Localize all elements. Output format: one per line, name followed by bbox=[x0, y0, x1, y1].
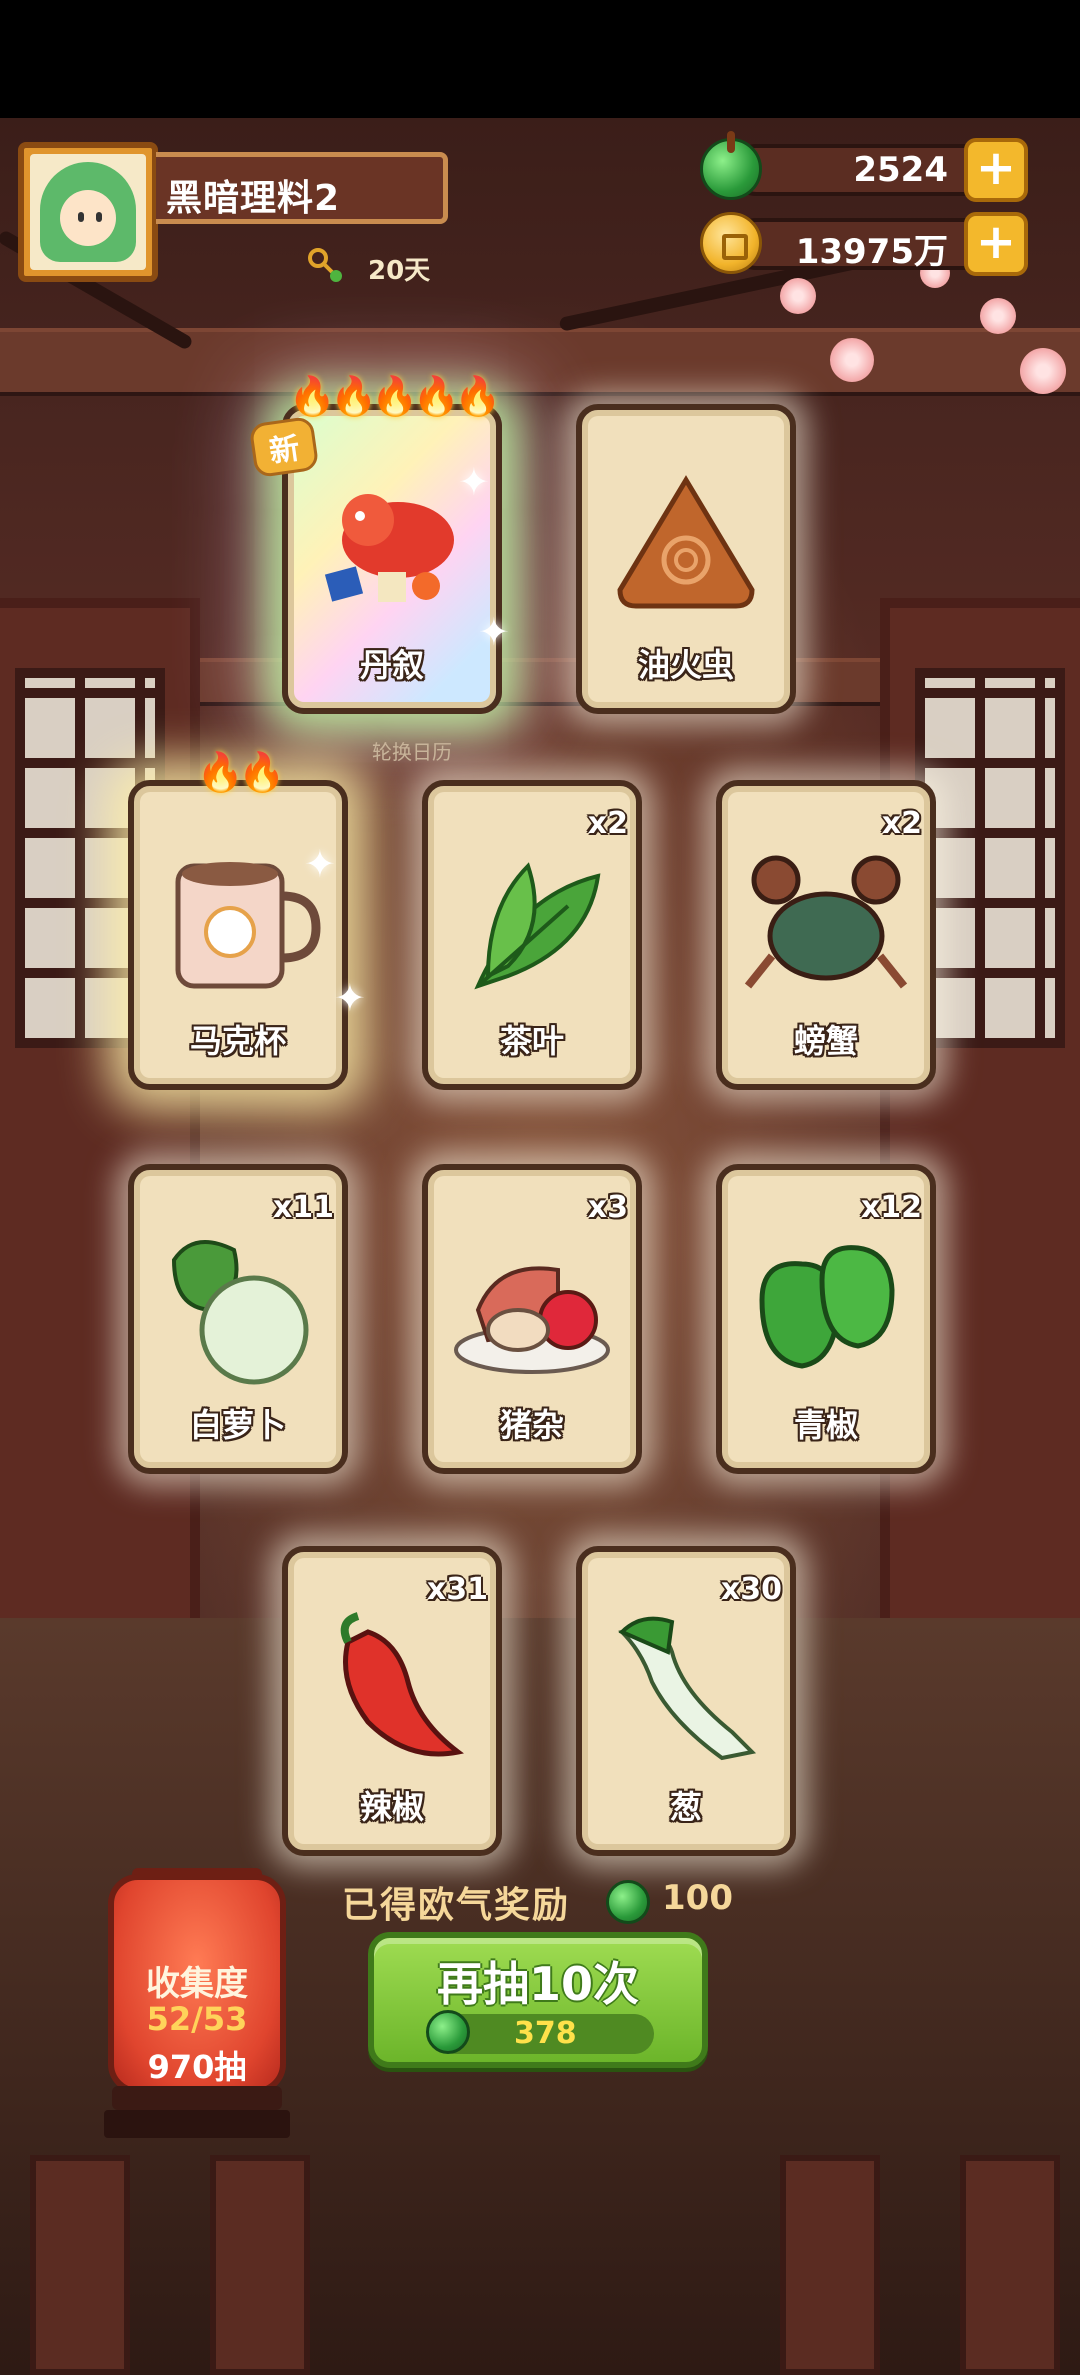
player-name-plate: 黑暗理料2 bbox=[156, 152, 448, 224]
card-name: 青椒 bbox=[793, 1406, 858, 1444]
add-gold-button[interactable]: + bbox=[964, 212, 1028, 276]
avatar bbox=[30, 154, 146, 270]
jade-icon bbox=[426, 2010, 470, 2054]
blossom bbox=[830, 338, 874, 382]
card-radish[interactable]: x11 白萝卜 bbox=[128, 1164, 348, 1474]
rotation-label: 轮换日历 bbox=[372, 740, 452, 764]
blossom bbox=[980, 298, 1016, 334]
bonus-value: 100 bbox=[662, 1878, 733, 1918]
crab-icon bbox=[744, 855, 908, 989]
scallion-icon bbox=[618, 1616, 757, 1761]
collection-title: 收集度 bbox=[146, 1964, 248, 2004]
card-name: 辣椒 bbox=[359, 1788, 424, 1826]
card-crab[interactable]: x2 螃蟹 bbox=[716, 780, 936, 1090]
card-youhuochong[interactable]: 油火虫 bbox=[576, 404, 796, 714]
blossom bbox=[1020, 348, 1066, 394]
card-name: 猪杂 bbox=[499, 1406, 564, 1444]
card-scallion[interactable]: x30 葱 bbox=[576, 1546, 796, 1856]
card-tea-leaves[interactable]: x2 茶叶 bbox=[422, 780, 642, 1090]
fence-post bbox=[30, 2155, 130, 2375]
card-name: 葱 bbox=[669, 1788, 702, 1826]
lantern-stand bbox=[104, 2110, 290, 2138]
card-name: 白萝卜 bbox=[189, 1406, 286, 1444]
card-name: 螃蟹 bbox=[793, 1022, 858, 1060]
fence-post bbox=[210, 2155, 310, 2375]
sparkle: ✦ bbox=[458, 460, 490, 504]
gold-currency: 13975万 + bbox=[700, 212, 1028, 276]
bonus-label: 已得欧气奖励 bbox=[342, 1885, 571, 1926]
fence-post bbox=[780, 2155, 880, 2375]
days-counter: 20天 bbox=[368, 256, 431, 286]
gold-amount: 13975万 bbox=[795, 232, 948, 272]
card-danxu[interactable]: 🔥🔥🔥🔥🔥 新 ✦ ✦ 丹叙 bbox=[248, 374, 510, 714]
dragon-spirit-icon bbox=[324, 494, 454, 602]
player-name: 黑暗理料2 bbox=[166, 178, 341, 219]
card-offal[interactable]: x3 猪杂 bbox=[422, 1164, 642, 1474]
jade-amount: 2524 bbox=[853, 150, 948, 190]
fence-post bbox=[960, 2155, 1060, 2375]
tea-leaf-icon bbox=[474, 862, 601, 990]
draw-button-label: 再抽10次 bbox=[436, 1957, 639, 2011]
player-avatar[interactable] bbox=[18, 142, 158, 282]
jade-icon bbox=[700, 131, 762, 200]
offal-plate-icon bbox=[454, 1266, 610, 1374]
sparkle: ✦ bbox=[334, 976, 366, 1020]
green-pepper-icon bbox=[759, 1245, 895, 1369]
draw-again-button[interactable]: 再抽10次 378 bbox=[368, 1932, 708, 2068]
radish-icon bbox=[171, 1240, 309, 1385]
collection-progress: 52/53 bbox=[146, 2000, 248, 2038]
draw-cost: 378 bbox=[514, 2016, 577, 2051]
card-name: 丹叙 bbox=[359, 646, 424, 684]
lantern-base bbox=[112, 2086, 282, 2110]
card-mug[interactable]: 🔥🔥 ✦ ✦ 马克杯 bbox=[128, 750, 366, 1090]
add-jade-button[interactable]: + bbox=[964, 138, 1028, 202]
sparkle: ✦ bbox=[304, 842, 336, 886]
key-icon bbox=[308, 248, 342, 282]
roof-beam bbox=[0, 328, 1080, 396]
card-chili[interactable]: x31 辣椒 bbox=[282, 1546, 502, 1856]
chili-icon bbox=[340, 1612, 464, 1757]
card-name: 茶叶 bbox=[499, 1022, 564, 1060]
collection-draws: 970抽 bbox=[147, 2048, 247, 2086]
blossom bbox=[780, 278, 816, 314]
card-name: 油火虫 bbox=[637, 646, 734, 684]
coin-icon bbox=[700, 212, 762, 274]
mug-icon bbox=[175, 862, 321, 989]
jade-icon bbox=[606, 1880, 650, 1924]
jade-currency: 2524 + bbox=[700, 131, 1028, 202]
card-name: 马克杯 bbox=[189, 1022, 286, 1060]
rarity-flames: 🔥🔥🔥🔥🔥 bbox=[288, 374, 502, 418]
status-bar bbox=[0, 0, 1080, 118]
collection-lantern[interactable]: 收集度 52/53 970抽 bbox=[108, 1874, 286, 2094]
rarity-flames: 🔥🔥 bbox=[196, 750, 286, 794]
fire-bug-icon bbox=[617, 475, 755, 609]
card-green-pepper[interactable]: x12 青椒 bbox=[716, 1164, 936, 1474]
